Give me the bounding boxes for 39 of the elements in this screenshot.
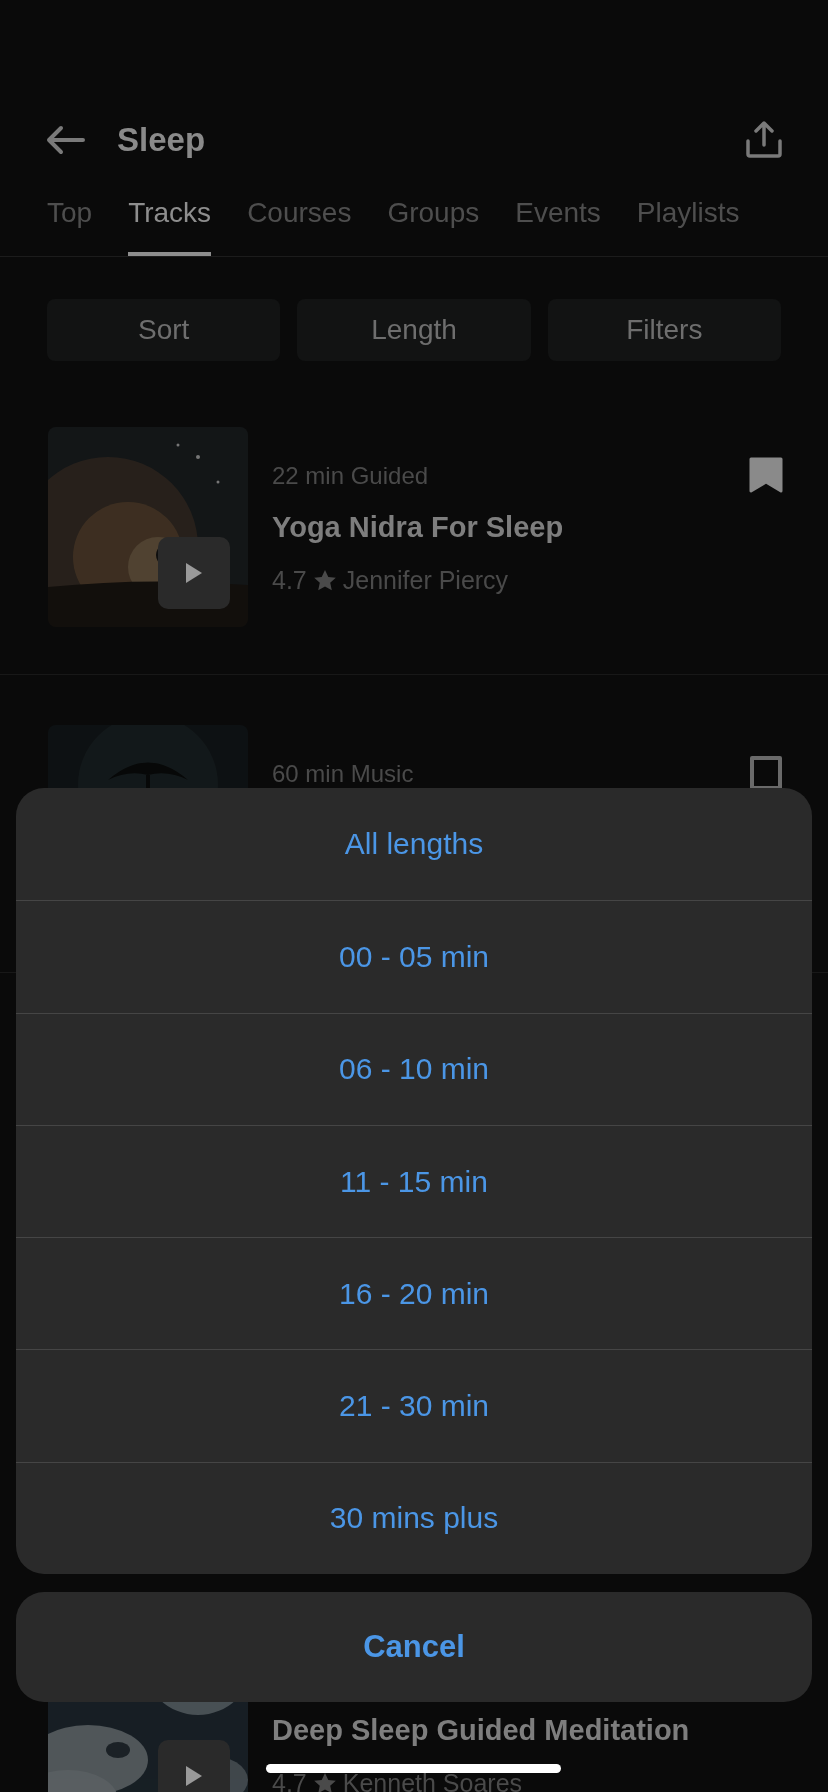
filter-chip[interactable]: Length [297,299,531,361]
star-icon [312,1771,337,1792]
length-option[interactable]: 00 - 05 min [16,900,812,1013]
track-rating: 4.7 [272,1768,307,1792]
cancel-button[interactable]: Cancel [16,1592,812,1702]
track-meta: 22 min Guided [272,461,430,491]
play-button[interactable] [158,1740,230,1792]
length-option[interactable]: All lengths [16,788,812,901]
track-meta: 60 min Music [272,759,415,789]
tab[interactable]: Courses [247,190,352,256]
back-button[interactable] [45,125,85,155]
track-rating: 4.7 [272,565,307,596]
track-author: Kenneth Soares [342,1768,523,1792]
star-icon [312,568,337,592]
filter-chip[interactable]: Sort [47,299,281,361]
track-author: Jennifer Piercy [342,565,509,596]
share-button[interactable] [745,121,783,159]
length-option[interactable]: 30 mins plus [16,1461,812,1575]
share-icon [745,121,783,159]
length-option[interactable]: 11 - 15 min [16,1124,812,1238]
play-button[interactable] [158,537,230,609]
play-icon [184,1764,204,1788]
track-title: Deep Sleep Guided Meditation [272,1713,691,1748]
bookmark-button[interactable] [749,457,783,493]
track-title: Yoga Nidra For Sleep [272,510,565,545]
tab[interactable]: Top [47,190,93,256]
length-option[interactable]: 21 - 30 min [16,1349,812,1462]
tab[interactable]: Events [515,190,601,256]
page-title: Sleep [117,121,207,159]
length-option[interactable]: 06 - 10 min [16,1012,812,1125]
tab[interactable]: Tracks [128,190,212,256]
length-option[interactable]: 16 - 20 min [16,1237,812,1350]
tab[interactable]: Groups [387,190,480,256]
tab[interactable]: Playlists [636,190,740,256]
bookmark-button[interactable] [749,755,783,791]
bookmark-icon [749,755,783,791]
back-arrow-icon [45,125,85,155]
filter-chip[interactable]: Filters [547,299,781,361]
bookmark-icon [749,457,783,493]
